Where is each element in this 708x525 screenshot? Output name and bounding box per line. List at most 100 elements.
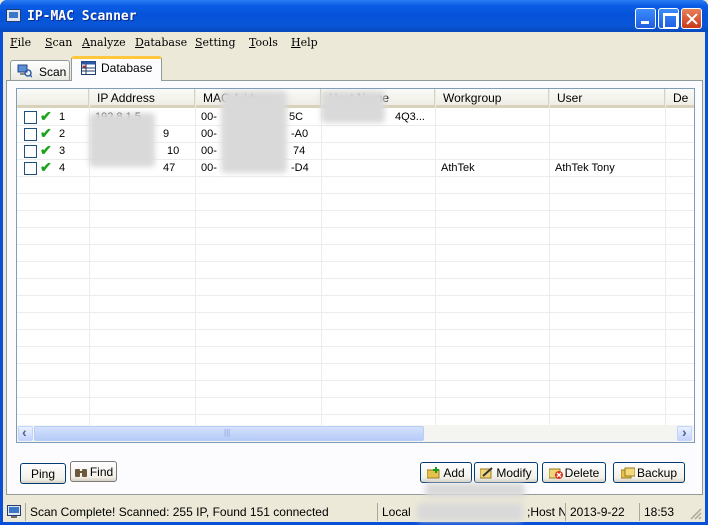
table-row: [17, 347, 694, 364]
column-header-workgroup[interactable]: Workgroup: [435, 89, 549, 106]
table-row: [17, 330, 694, 347]
horizontal-scrollbar[interactable]: [17, 424, 694, 442]
cell-ip: 9: [163, 128, 170, 140]
tab-scan-label: Scan: [39, 65, 67, 79]
title-bar[interactable]: IP-MAC Scanner: [0, 0, 708, 32]
menu-help[interactable]: Help: [291, 36, 318, 49]
ping-button[interactable]: Ping: [20, 463, 66, 484]
table-row: [17, 228, 694, 245]
table-row: [17, 245, 694, 262]
window-title: IP-MAC Scanner: [27, 9, 137, 24]
row-number: 1: [59, 111, 66, 123]
tab-database-label: Database: [101, 61, 153, 75]
database-panel: IP Address MAC Address Host Name Workgro…: [6, 80, 703, 497]
table-row: [17, 177, 694, 194]
cell-ip: 47: [163, 162, 176, 174]
column-header-ip[interactable]: IP Address: [89, 89, 195, 106]
tab-strip: Scan Database: [3, 56, 705, 81]
tab-database[interactable]: Database: [71, 56, 162, 81]
row-checkbox[interactable]: [24, 145, 37, 158]
menu-database[interactable]: Database: [135, 36, 187, 49]
maximize-button[interactable]: [658, 8, 679, 29]
menu-setting[interactable]: Setting: [195, 36, 236, 49]
row-number: 4: [59, 162, 66, 174]
row-number: 3: [59, 145, 66, 157]
find-label: Find: [89, 465, 114, 479]
row-checkbox[interactable]: [24, 128, 37, 141]
cell-ip: 10: [167, 145, 180, 157]
cell-mac-end: 5C: [289, 111, 304, 123]
app-icon[interactable]: [6, 9, 21, 22]
database-icon: [81, 61, 96, 75]
status-local: Local: [377, 503, 421, 521]
redacted-region: [321, 91, 385, 123]
status-bar: Scan Complete! Scanned: 255 IP, Found 15…: [3, 501, 705, 522]
check-icon: ✔: [40, 125, 52, 141]
add-label: Add: [443, 466, 465, 480]
cell-mac-end: 74: [293, 145, 306, 157]
status-host: ;Host N: [527, 505, 565, 519]
tab-scan[interactable]: Scan: [10, 60, 70, 80]
scroll-right-button[interactable]: [677, 424, 692, 441]
table-row: [17, 313, 694, 330]
check-icon: ✔: [40, 159, 52, 175]
table-row: [17, 262, 694, 279]
cell-host: 4Q3...: [395, 111, 425, 123]
resize-grip-icon[interactable]: [689, 507, 702, 520]
redacted-region: [221, 91, 287, 173]
table-row: [17, 211, 694, 228]
row-checkbox[interactable]: [24, 111, 37, 124]
status-date: 2013-9-22: [565, 503, 639, 521]
scroll-left-button[interactable]: [18, 424, 33, 441]
modify-button[interactable]: Modify: [474, 462, 538, 483]
find-button[interactable]: Find: [70, 461, 117, 482]
ping-label: Ping: [30, 467, 56, 481]
column-header-select[interactable]: [17, 89, 89, 106]
row-checkbox[interactable]: [24, 162, 37, 175]
row-number: 2: [59, 128, 66, 140]
close-button[interactable]: [681, 8, 702, 29]
redacted-region: [89, 113, 155, 167]
binoculars-icon: [74, 469, 87, 477]
table-row: [17, 296, 694, 313]
backup-button[interactable]: Backup: [613, 462, 685, 483]
scroll-thumb[interactable]: [34, 426, 424, 441]
app-window: IP-MAC Scanner File Scan Analyze Databas…: [0, 0, 708, 525]
table-row: [17, 194, 694, 211]
redacted-region: [425, 483, 525, 497]
backup-icon: [620, 467, 635, 479]
check-icon: ✔: [40, 142, 52, 158]
modify-label: Modify: [496, 466, 532, 480]
column-header-user[interactable]: User: [549, 89, 665, 106]
menu-tools[interactable]: Tools: [249, 36, 278, 49]
app-status-icon: [7, 505, 21, 518]
menu-bar: File Scan Analyze Database Setting Tools…: [3, 32, 705, 54]
cell-mac-end: -D4: [291, 162, 309, 174]
delete-button[interactable]: Delete: [542, 462, 606, 483]
client-area: File Scan Analyze Database Setting Tools…: [3, 32, 705, 522]
status-message: Scan Complete! Scanned: 255 IP, Found 15…: [25, 503, 377, 521]
cell-workgroup: AthTek: [441, 162, 475, 174]
scan-icon: [17, 64, 32, 78]
table-row: [17, 364, 694, 381]
table-row: [17, 381, 694, 398]
cell-mac-end: -A0: [291, 128, 309, 140]
cell-user: AthTek Tony: [555, 162, 615, 174]
table-row: [17, 398, 694, 415]
table-row: [17, 279, 694, 296]
edit-icon: [480, 467, 493, 479]
delete-icon: [548, 468, 563, 479]
backup-label: Backup: [636, 466, 678, 480]
add-folder-icon: [427, 467, 440, 479]
redacted-region: [417, 503, 523, 521]
menu-scan[interactable]: Scan: [45, 36, 72, 49]
add-button[interactable]: Add: [420, 462, 472, 483]
column-header-description[interactable]: De: [665, 89, 694, 106]
menu-file[interactable]: File: [10, 36, 31, 49]
menu-analyze[interactable]: Analyze: [82, 36, 126, 49]
hosts-table[interactable]: IP Address MAC Address Host Name Workgro…: [16, 88, 695, 443]
minimize-button[interactable]: [635, 8, 656, 29]
check-icon: ✔: [40, 108, 52, 124]
delete-label: Delete: [564, 466, 600, 480]
status-time: 18:53: [639, 503, 683, 521]
